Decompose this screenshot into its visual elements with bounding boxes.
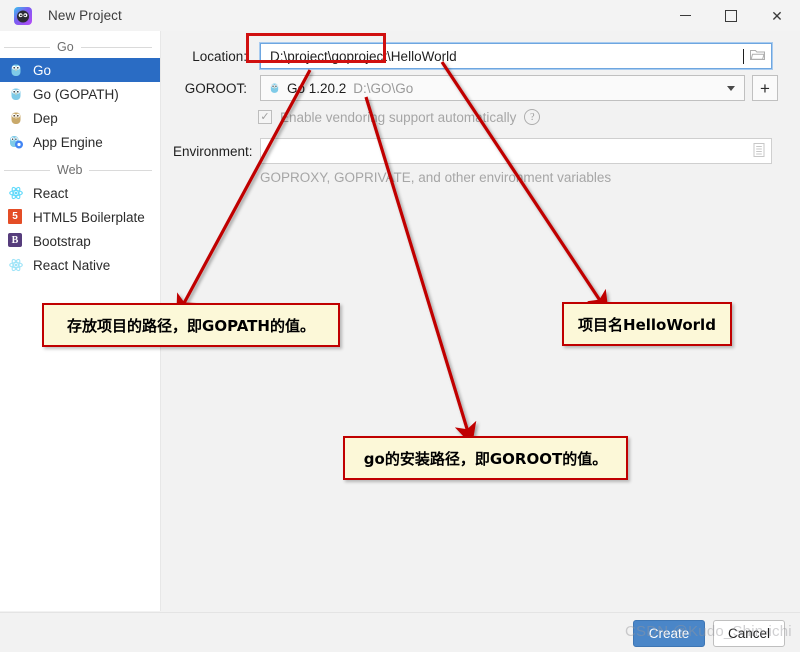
annotation-text: 存放项目的路径，即GOPATH的值。 [67,316,315,335]
sidebar-item-label: React Native [33,257,111,273]
location-row: Location: D:\project\goproject\HelloWorl… [173,43,788,69]
sidebar-item-label: Dep [33,110,58,126]
close-icon: ✕ [771,7,783,24]
sidebar-item-bootstrap[interactable]: B Bootstrap [0,229,160,253]
help-icon[interactable]: ? [524,109,541,125]
minimize-icon [679,15,691,16]
maximize-button[interactable] [708,0,754,31]
close-button[interactable]: ✕ [754,0,800,31]
sidebar-item-label: Go (GOPATH) [33,86,119,102]
annotation-goroot: go的安装路径，即GOROOT的值。 [343,436,628,480]
folder-icon[interactable] [750,48,765,64]
sidebar-item-dep[interactable]: Dep [0,106,160,130]
sidebar-item-label: HTML5 Boilerplate [33,209,145,225]
environment-input[interactable] [260,138,772,164]
annotation-gopath: 存放项目的路径，即GOPATH的值。 [42,303,340,347]
window-controls: ✕ [662,0,800,31]
location-value: D:\project\goproject\HelloWorld [270,48,457,64]
app-engine-icon [8,134,24,150]
divider-right [89,169,152,171]
check-icon: ✓ [260,110,270,123]
plus-icon: + [760,78,770,98]
title-bar: New Project ✕ [0,0,800,32]
minimize-button[interactable] [662,0,708,31]
goland-icon [14,6,32,25]
divider-right [80,46,152,48]
chevron-down-icon[interactable] [720,85,742,91]
gopher-icon [8,62,24,78]
window-title: New Project [48,8,122,23]
new-project-dialog: New Project ✕ Go Go Go (GOPATH) Dep App … [0,0,800,652]
vendoring-label: Enable vendoring support automatically [280,109,517,125]
sidebar-item-label: App Engine [33,134,103,150]
bootstrap-icon: B [8,233,24,249]
annotation-text: 项目名HelloWorld [578,315,716,334]
sidebar-item-label: React [33,185,69,201]
vendoring-checkbox-row[interactable]: ✓ Enable vendoring support automatically… [258,109,541,125]
sidebar-group-header-go: Go [0,36,160,58]
sidebar-group-label: Go [57,40,74,54]
sidebar-item-go[interactable]: Go [0,58,160,82]
add-sdk-button[interactable]: + [752,75,778,101]
sidebar-item-label: Bootstrap [33,233,91,249]
gopher-icon [8,86,24,102]
sidebar-group-header-web: Web [0,159,160,181]
goroot-sdk-name: Go 1.20.2 [287,80,347,96]
csdn-watermark: CSDN @Kudo_Shin-ichi [625,623,792,640]
sidebar-item-react-native[interactable]: React Native [0,253,160,277]
location-input[interactable]: D:\project\goproject\HelloWorld [260,43,772,69]
sidebar-item-go-gopath[interactable]: Go (GOPATH) [0,82,160,106]
annotation-project-name: 项目名HelloWorld [562,302,732,346]
divider-left [4,169,50,171]
help-glyph: ? [530,111,535,123]
goroot-select[interactable]: Go 1.20.2 D:\GO\Go [260,75,745,101]
sidebar-item-react[interactable]: React [0,181,160,205]
annotation-text: go的安装路径，即GOROOT的值。 [363,449,608,468]
environment-row: Environment: [173,138,788,164]
dep-gopher-icon [8,110,24,126]
location-label: Location: [192,48,247,64]
vendoring-checkbox[interactable]: ✓ [258,110,272,124]
html5-icon: 5 [8,209,24,225]
goroot-row: GOROOT: Go 1.20.2 D:\GO\Go + [173,75,798,101]
list-editor-icon[interactable] [753,142,765,160]
divider-left [4,46,50,48]
text-caret [743,48,744,64]
maximize-icon [725,9,737,22]
goroot-sdk-path: D:\GO\Go [353,80,414,96]
sidebar-item-html5-boilerplate[interactable]: 5 HTML5 Boilerplate [0,205,160,229]
goroot-label: GOROOT: [184,80,247,96]
sidebar-item-app-engine[interactable]: App Engine [0,130,160,154]
environment-label: Environment: [173,143,253,159]
sidebar-item-label: Go [33,62,52,78]
react-icon [8,257,24,273]
sidebar-group-label: Web [57,163,83,177]
gopher-icon [268,81,281,95]
react-icon [8,185,24,201]
environment-hint: GOPROXY, GOPRIVATE, and other environmen… [260,170,612,185]
